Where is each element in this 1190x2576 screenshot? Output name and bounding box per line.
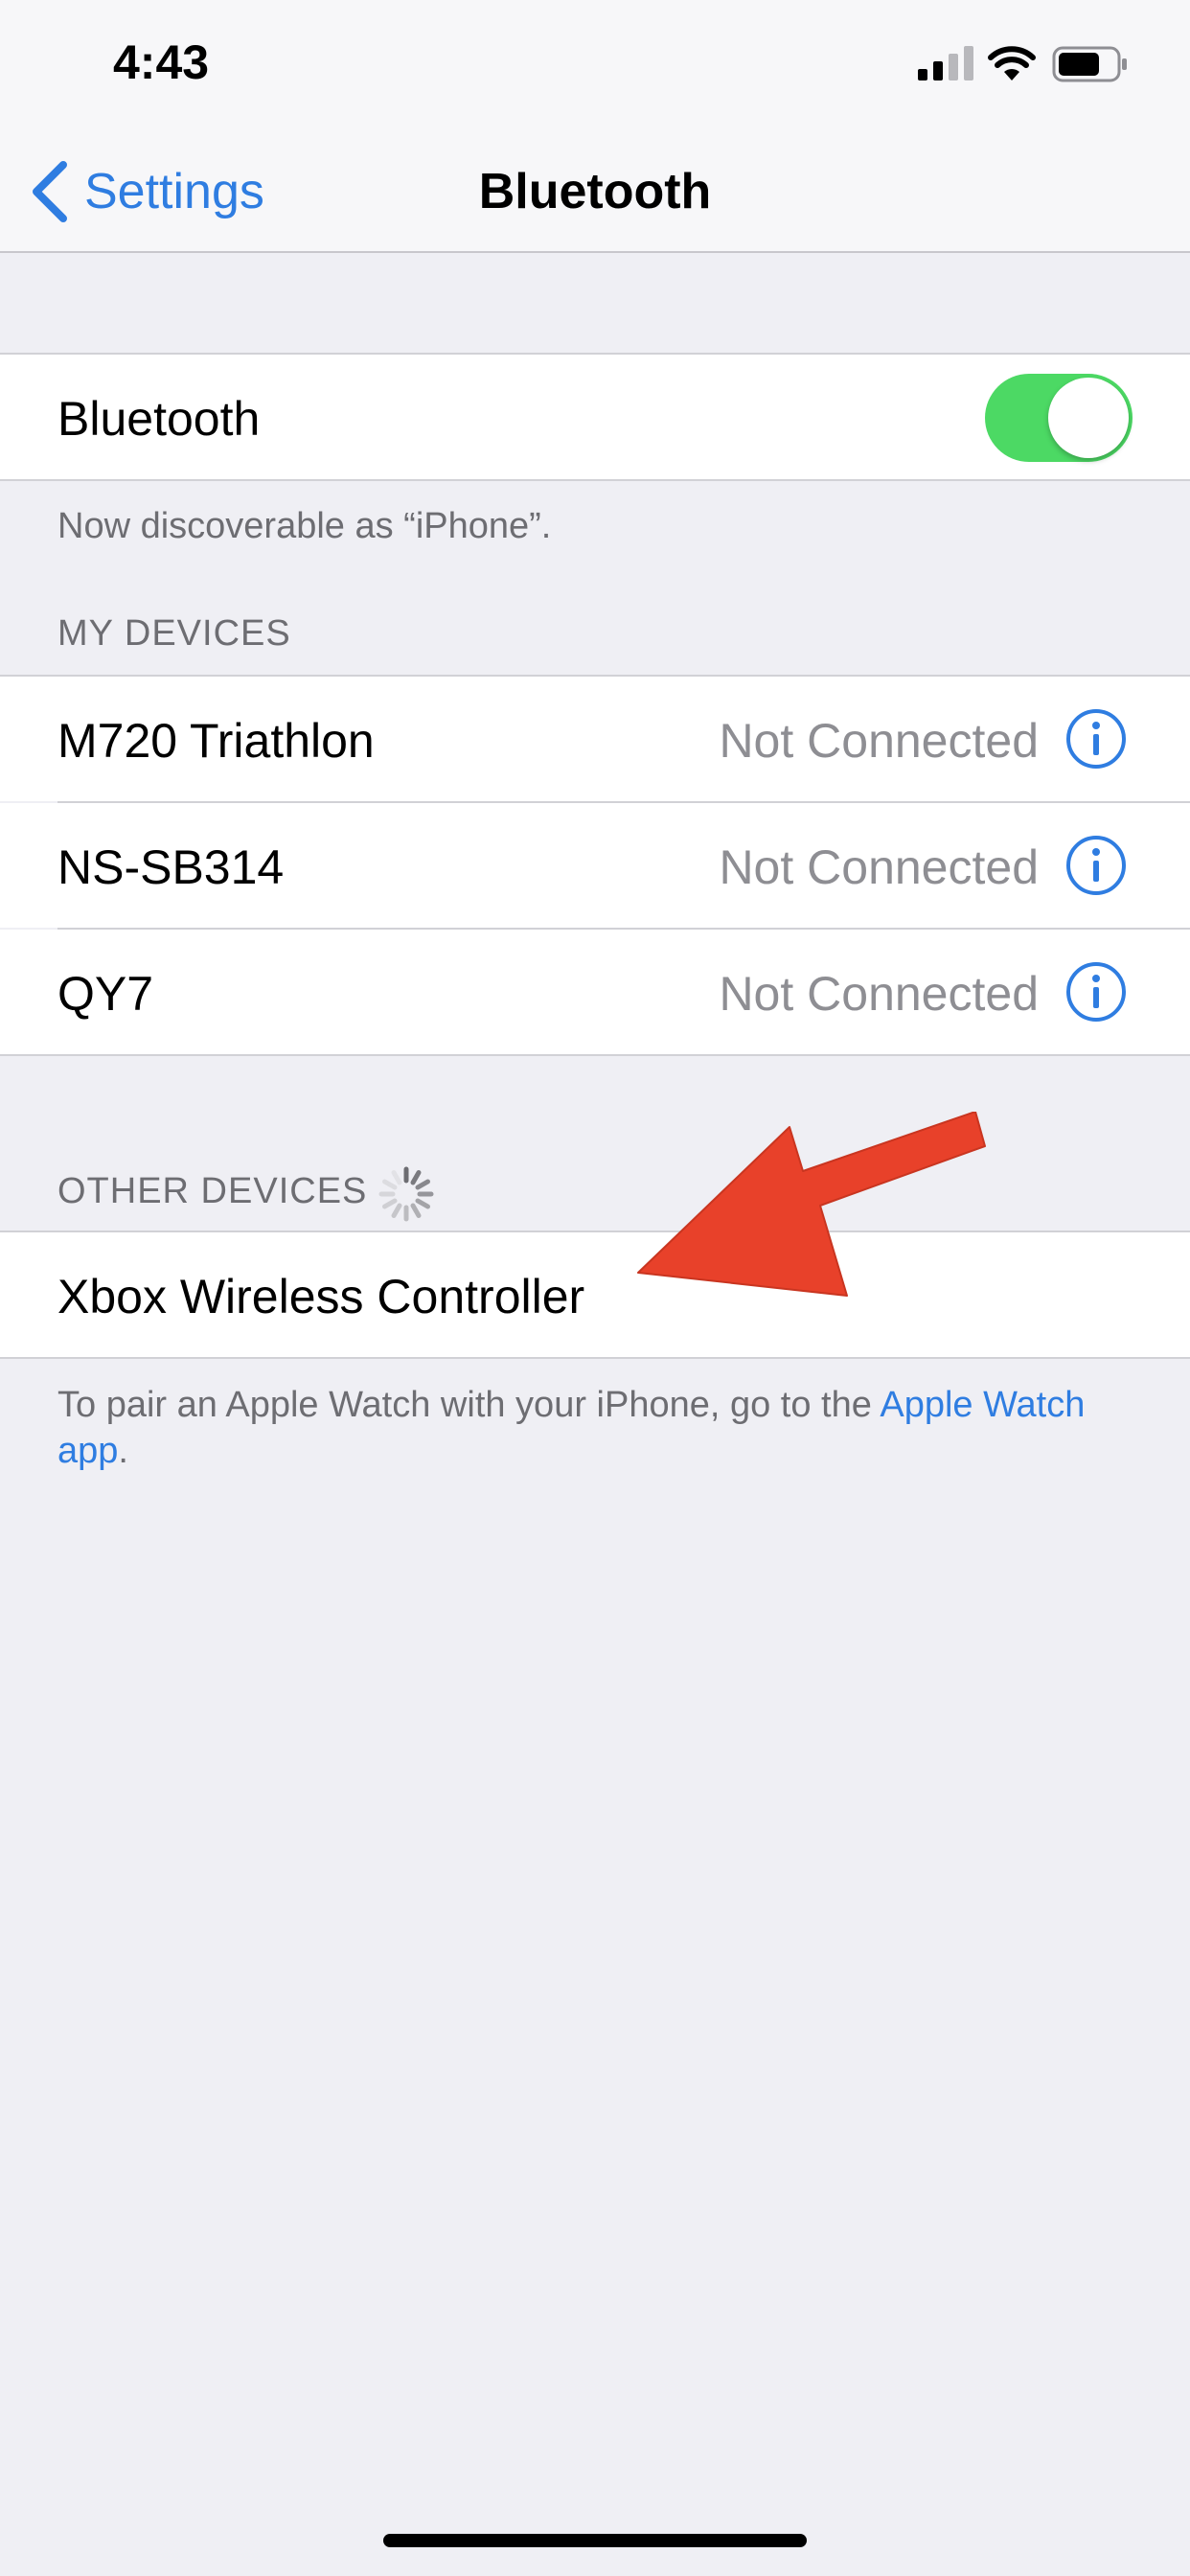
device-status: Not Connected [719,714,1039,768]
other-devices-header: OTHER DEVICES [57,1171,368,1211]
info-icon[interactable] [1065,835,1127,896]
toggle-knob [1048,378,1129,458]
back-chevron-icon [33,161,67,222]
bluetooth-toggle[interactable] [985,374,1133,462]
arrow-annotation [637,1112,986,1297]
info-icon[interactable] [1065,708,1127,770]
spinner-icon [378,1166,434,1222]
bluetooth-row: Bluetooth [0,355,1190,479]
device-row-m720[interactable]: M720 Triathlon Not Connected [0,677,1190,801]
discoverable-text: Now discoverable as “iPhone”. [57,506,552,546]
footer-text-suffix: . [118,1431,128,1471]
device-name: Xbox Wireless Controller [57,1270,585,1323]
navigation-bar: Bluetooth Settings [0,126,1190,253]
device-status: Not Connected [719,967,1039,1021]
divider [0,1357,1190,1359]
back-label: Settings [84,164,264,219]
apple-watch-footer: To pair an Apple Watch with your iPhone,… [57,1382,1131,1474]
divider [0,479,1190,481]
my-devices-header: MY DEVICES [57,613,291,654]
device-status: Not Connected [719,840,1039,894]
footer-text-prefix: To pair an Apple Watch with your iPhone,… [57,1385,881,1425]
signal-icon [918,46,973,80]
status-time: 4:43 [113,35,210,89]
device-name: NS-SB314 [57,840,285,894]
divider [0,1054,1190,1056]
home-indicator[interactable] [383,2534,807,2547]
device-name: M720 Triathlon [57,714,375,768]
status-bar: 4:43 [0,0,1190,126]
device-row-ns-sb314[interactable]: NS-SB314 Not Connected [0,803,1190,928]
battery-icon [1052,46,1127,82]
wifi-icon [988,46,1036,80]
bluetooth-label: Bluetooth [57,392,261,446]
device-name: QY7 [57,967,154,1021]
device-row-qy7[interactable]: QY7 Not Connected [0,930,1190,1054]
back-button[interactable]: Settings [31,161,264,222]
info-icon[interactable] [1065,961,1127,1023]
